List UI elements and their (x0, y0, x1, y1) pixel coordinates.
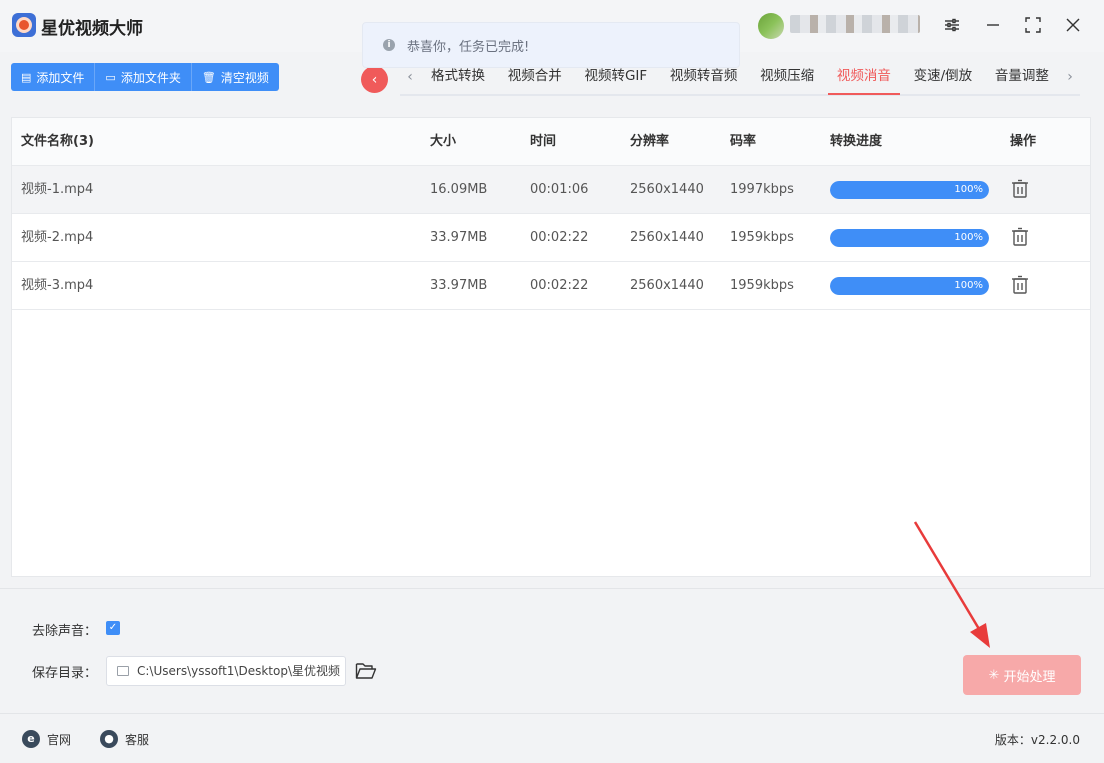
table-row[interactable]: 视频-1.mp4 16.09MB 00:01:06 2560x1440 1997… (12, 166, 1090, 214)
support-label: 客服 (125, 732, 150, 747)
file-size: 33.97MB (430, 278, 488, 293)
info-icon: i (383, 39, 395, 51)
folder-icon: ▭ (105, 70, 116, 84)
loading-spinner-icon: ✳ (988, 667, 1000, 683)
minimize-icon[interactable] (980, 12, 1006, 38)
progress-bar: 100% (830, 277, 989, 295)
table-row[interactable]: 视频-3.mp4 33.97MB 00:02:22 2560x1440 1959… (12, 262, 1090, 310)
remove-audio-label: 去除声音： (32, 624, 98, 639)
file-bitrate: 1959kbps (730, 230, 794, 245)
progress-bar: 100% (830, 181, 989, 199)
clear-videos-button[interactable]: 🗑︎ 清空视频 (191, 63, 279, 91)
support-link[interactable]: ● 客服 (100, 730, 149, 748)
remove-audio-checkbox[interactable]: ✓ (106, 621, 120, 635)
file-duration: 00:02:22 (530, 230, 589, 245)
header-progress: 转换进度 (830, 134, 883, 149)
file-bitrate: 1997kbps (730, 182, 794, 197)
file-duration: 00:02:22 (530, 278, 589, 293)
file-bitrate: 1959kbps (730, 278, 794, 293)
footer: e 官网 ● 客服 版本：v2.2.0.0 (0, 713, 1104, 763)
website-label: 官网 (47, 732, 72, 747)
progress-label: 100% (954, 280, 983, 291)
annotation-arrow (913, 521, 990, 648)
progress-label: 100% (954, 232, 983, 243)
tabs-scroll-left-icon[interactable]: ‹ (400, 69, 420, 85)
file-size: 33.97MB (430, 230, 488, 245)
delete-trash-icon[interactable] (1011, 275, 1029, 295)
header-resolution: 分辨率 (630, 134, 670, 149)
chat-bubble-icon: ● (100, 730, 118, 748)
start-process-button[interactable]: ✳ 开始处理 (963, 655, 1081, 695)
app-title: 星优视频大师 (41, 19, 143, 39)
tab-volume-adjust[interactable]: 音量调整 (986, 59, 1058, 95)
header-bitrate: 码率 (730, 134, 757, 149)
progress-label: 100% (954, 184, 983, 195)
trash-icon: 🗑︎ (201, 70, 216, 84)
file-name: 视频-1.mp4 (21, 182, 94, 197)
add-folder-label: 添加文件夹 (120, 70, 181, 85)
tab-video-compress[interactable]: 视频压缩 (751, 59, 823, 95)
tab-video-mute[interactable]: 视频消音 (827, 59, 900, 95)
file-name: 视频-3.mp4 (21, 278, 94, 293)
avatar[interactable] (758, 13, 784, 39)
settings-sliders-icon[interactable] (939, 12, 965, 38)
file-icon: ▤ (21, 70, 32, 84)
start-process-label: 开始处理 (1003, 669, 1056, 685)
browser-e-icon: e (22, 730, 40, 748)
file-resolution: 2560x1440 (630, 278, 704, 293)
delete-trash-icon[interactable] (1011, 227, 1029, 247)
collapse-sidebar-button[interactable]: ‹ (361, 66, 388, 93)
version-label: 版本：v2.2.0.0 (994, 733, 1080, 747)
tabs-scroll-right-icon[interactable]: › (1060, 69, 1080, 85)
browse-folder-icon[interactable] (355, 661, 377, 681)
chevron-left-icon: ‹ (371, 71, 378, 88)
delete-trash-icon[interactable] (1011, 179, 1029, 199)
file-toolbar: ▤ 添加文件 ▭ 添加文件夹 🗑︎ 清空视频 (11, 63, 279, 91)
folder-small-icon (117, 666, 129, 676)
save-dir-input[interactable]: C:\Users\yssoft1\Desktop\星优视频 (106, 656, 346, 686)
file-resolution: 2560x1440 (630, 182, 704, 197)
file-resolution: 2560x1440 (630, 230, 704, 245)
save-dir-label: 保存目录： (32, 666, 98, 681)
app-logo-icon (12, 13, 36, 37)
website-link[interactable]: e 官网 (22, 730, 71, 748)
add-folder-button[interactable]: ▭ 添加文件夹 (95, 63, 192, 91)
table-row[interactable]: 视频-2.mp4 33.97MB 00:02:22 2560x1440 1959… (12, 214, 1090, 262)
checkmark-icon: ✓ (108, 622, 118, 633)
clear-videos-label: 清空视频 (220, 70, 269, 85)
header-time: 时间 (530, 134, 557, 149)
file-table: 文件名称(3) 大小 时间 分辨率 码率 转换进度 操作 视频-1.mp4 16… (11, 117, 1091, 577)
tab-speed-reverse[interactable]: 变速/倒放 (905, 59, 982, 95)
success-toast: i 恭喜你，任务已完成! (362, 22, 740, 68)
header-name: 文件名称(3) (21, 134, 94, 149)
add-file-button[interactable]: ▤ 添加文件 (11, 63, 96, 91)
add-file-label: 添加文件 (36, 70, 85, 85)
table-header: 文件名称(3) 大小 时间 分辨率 码率 转换进度 操作 (12, 118, 1090, 166)
save-dir-value: C:\Users\yssoft1\Desktop\星优视频 (137, 664, 340, 678)
progress-bar: 100% (830, 229, 989, 247)
file-duration: 00:01:06 (530, 182, 589, 197)
user-name-blurred[interactable] (790, 15, 920, 33)
close-icon[interactable] (1060, 12, 1086, 38)
toast-message: 恭喜你，任务已完成! (407, 39, 530, 55)
header-size: 大小 (430, 134, 457, 149)
file-size: 16.09MB (430, 182, 488, 197)
file-name: 视频-2.mp4 (21, 230, 94, 245)
header-action: 操作 (1010, 134, 1037, 149)
maximize-icon[interactable] (1020, 12, 1046, 38)
